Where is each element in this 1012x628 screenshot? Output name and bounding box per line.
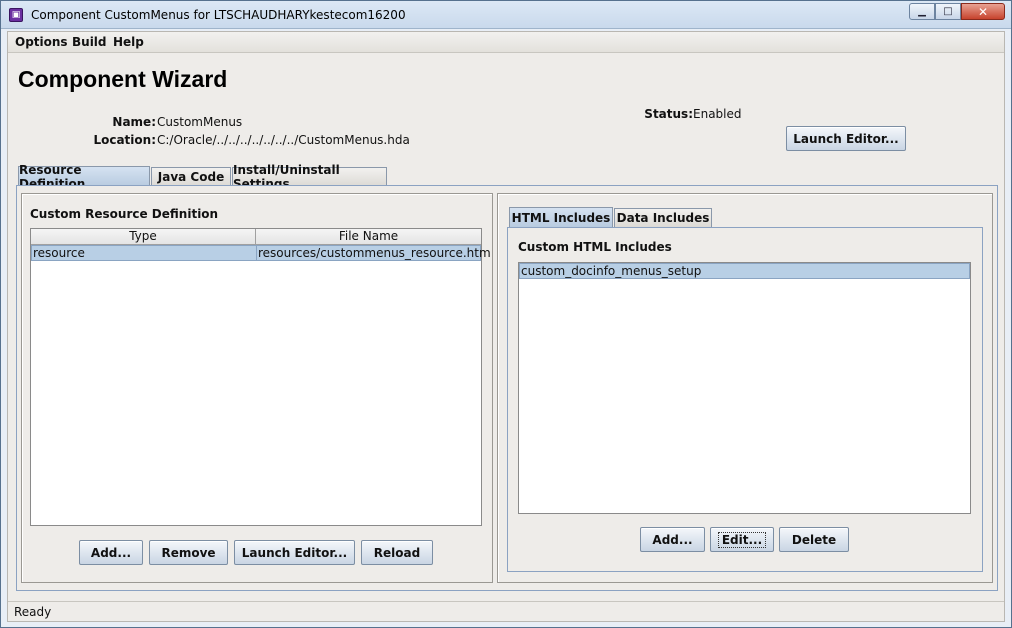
cell-file-name: resources/custommenus_resource.htm [258, 246, 491, 260]
client-area: Options Build Help Component Wizard Name… [7, 31, 1005, 622]
launch-editor-header-button[interactable]: Launch Editor... [786, 126, 906, 151]
name-label: Name: [112, 115, 156, 129]
title-bar[interactable]: ▣ Component CustomMenus for LTSCHAUDHARY… [1, 1, 1011, 29]
maximize-button[interactable]: □ [935, 3, 961, 20]
tab-install-uninstall-settings[interactable]: Install/Uninstall Settings [232, 163, 387, 191]
menu-help[interactable]: Help [113, 35, 144, 49]
column-header-type[interactable]: Type [31, 229, 256, 245]
html-includes-pane: Custom HTML Includes custom_docinfo_menu… [507, 227, 983, 572]
remove-resource-button[interactable]: Remove [149, 540, 228, 565]
cell-type: resource [33, 246, 85, 260]
tab-resource-definition[interactable]: Resource Definition [18, 163, 150, 191]
close-button[interactable]: ✕ [961, 3, 1005, 20]
resource-definition-panel: Custom Resource Definition Type File Nam… [16, 185, 998, 591]
status-text: Ready [14, 605, 52, 619]
menu-build[interactable]: Build [72, 35, 107, 49]
custom-html-includes-title: Custom HTML Includes [518, 240, 672, 254]
edit-include-button[interactable]: Edit... [710, 527, 774, 552]
add-include-button[interactable]: Add... [640, 527, 705, 552]
tab-java-code[interactable]: Java Code [151, 167, 231, 186]
launch-editor-resource-button[interactable]: Launch Editor... [234, 540, 355, 565]
list-item[interactable]: custom_docinfo_menus_setup [519, 263, 970, 279]
custom-resource-title: Custom Resource Definition [30, 207, 219, 221]
status-bar: Ready [8, 601, 1004, 621]
window-title: Component CustomMenus for LTSCHAUDHARYke… [31, 8, 406, 22]
app-icon: ▣ [9, 8, 23, 22]
includes-panel: HTML Includes Data Includes Custom HTML … [497, 193, 993, 583]
status-value: Enabled [693, 107, 742, 121]
page-title: Component Wizard [18, 66, 228, 92]
reload-button[interactable]: Reload [361, 540, 433, 565]
add-resource-button[interactable]: Add... [79, 540, 143, 565]
location-value: C:/Oracle/../../../../../../../CustomMen… [157, 133, 410, 147]
table-row[interactable]: resource resources/custommenus_resource.… [31, 245, 491, 261]
minimize-button[interactable]: ▁ [909, 3, 935, 20]
tab-data-includes[interactable]: Data Includes [614, 208, 712, 227]
include-item-label: custom_docinfo_menus_setup [521, 264, 702, 278]
app-window: ▣ Component CustomMenus for LTSCHAUDHARY… [0, 0, 1012, 628]
menu-bar: Options Build Help [8, 32, 1004, 53]
edit-include-label: Edit... [717, 531, 767, 548]
tab-html-includes[interactable]: HTML Includes [509, 207, 613, 227]
name-value: CustomMenus [157, 115, 243, 129]
column-header-file-name[interactable]: File Name [256, 229, 481, 245]
resource-table[interactable]: Type File Name resource resources/custom… [30, 228, 491, 526]
menu-options[interactable]: Options [15, 35, 68, 49]
status-label: Status: [644, 107, 693, 121]
custom-resource-panel: Custom Resource Definition Type File Nam… [21, 193, 493, 583]
delete-include-button[interactable]: Delete [779, 527, 849, 552]
location-label: Location: [93, 133, 156, 147]
html-includes-list[interactable]: custom_docinfo_menus_setup [518, 262, 971, 514]
window-controls: ▁ □ ✕ [909, 3, 1005, 20]
